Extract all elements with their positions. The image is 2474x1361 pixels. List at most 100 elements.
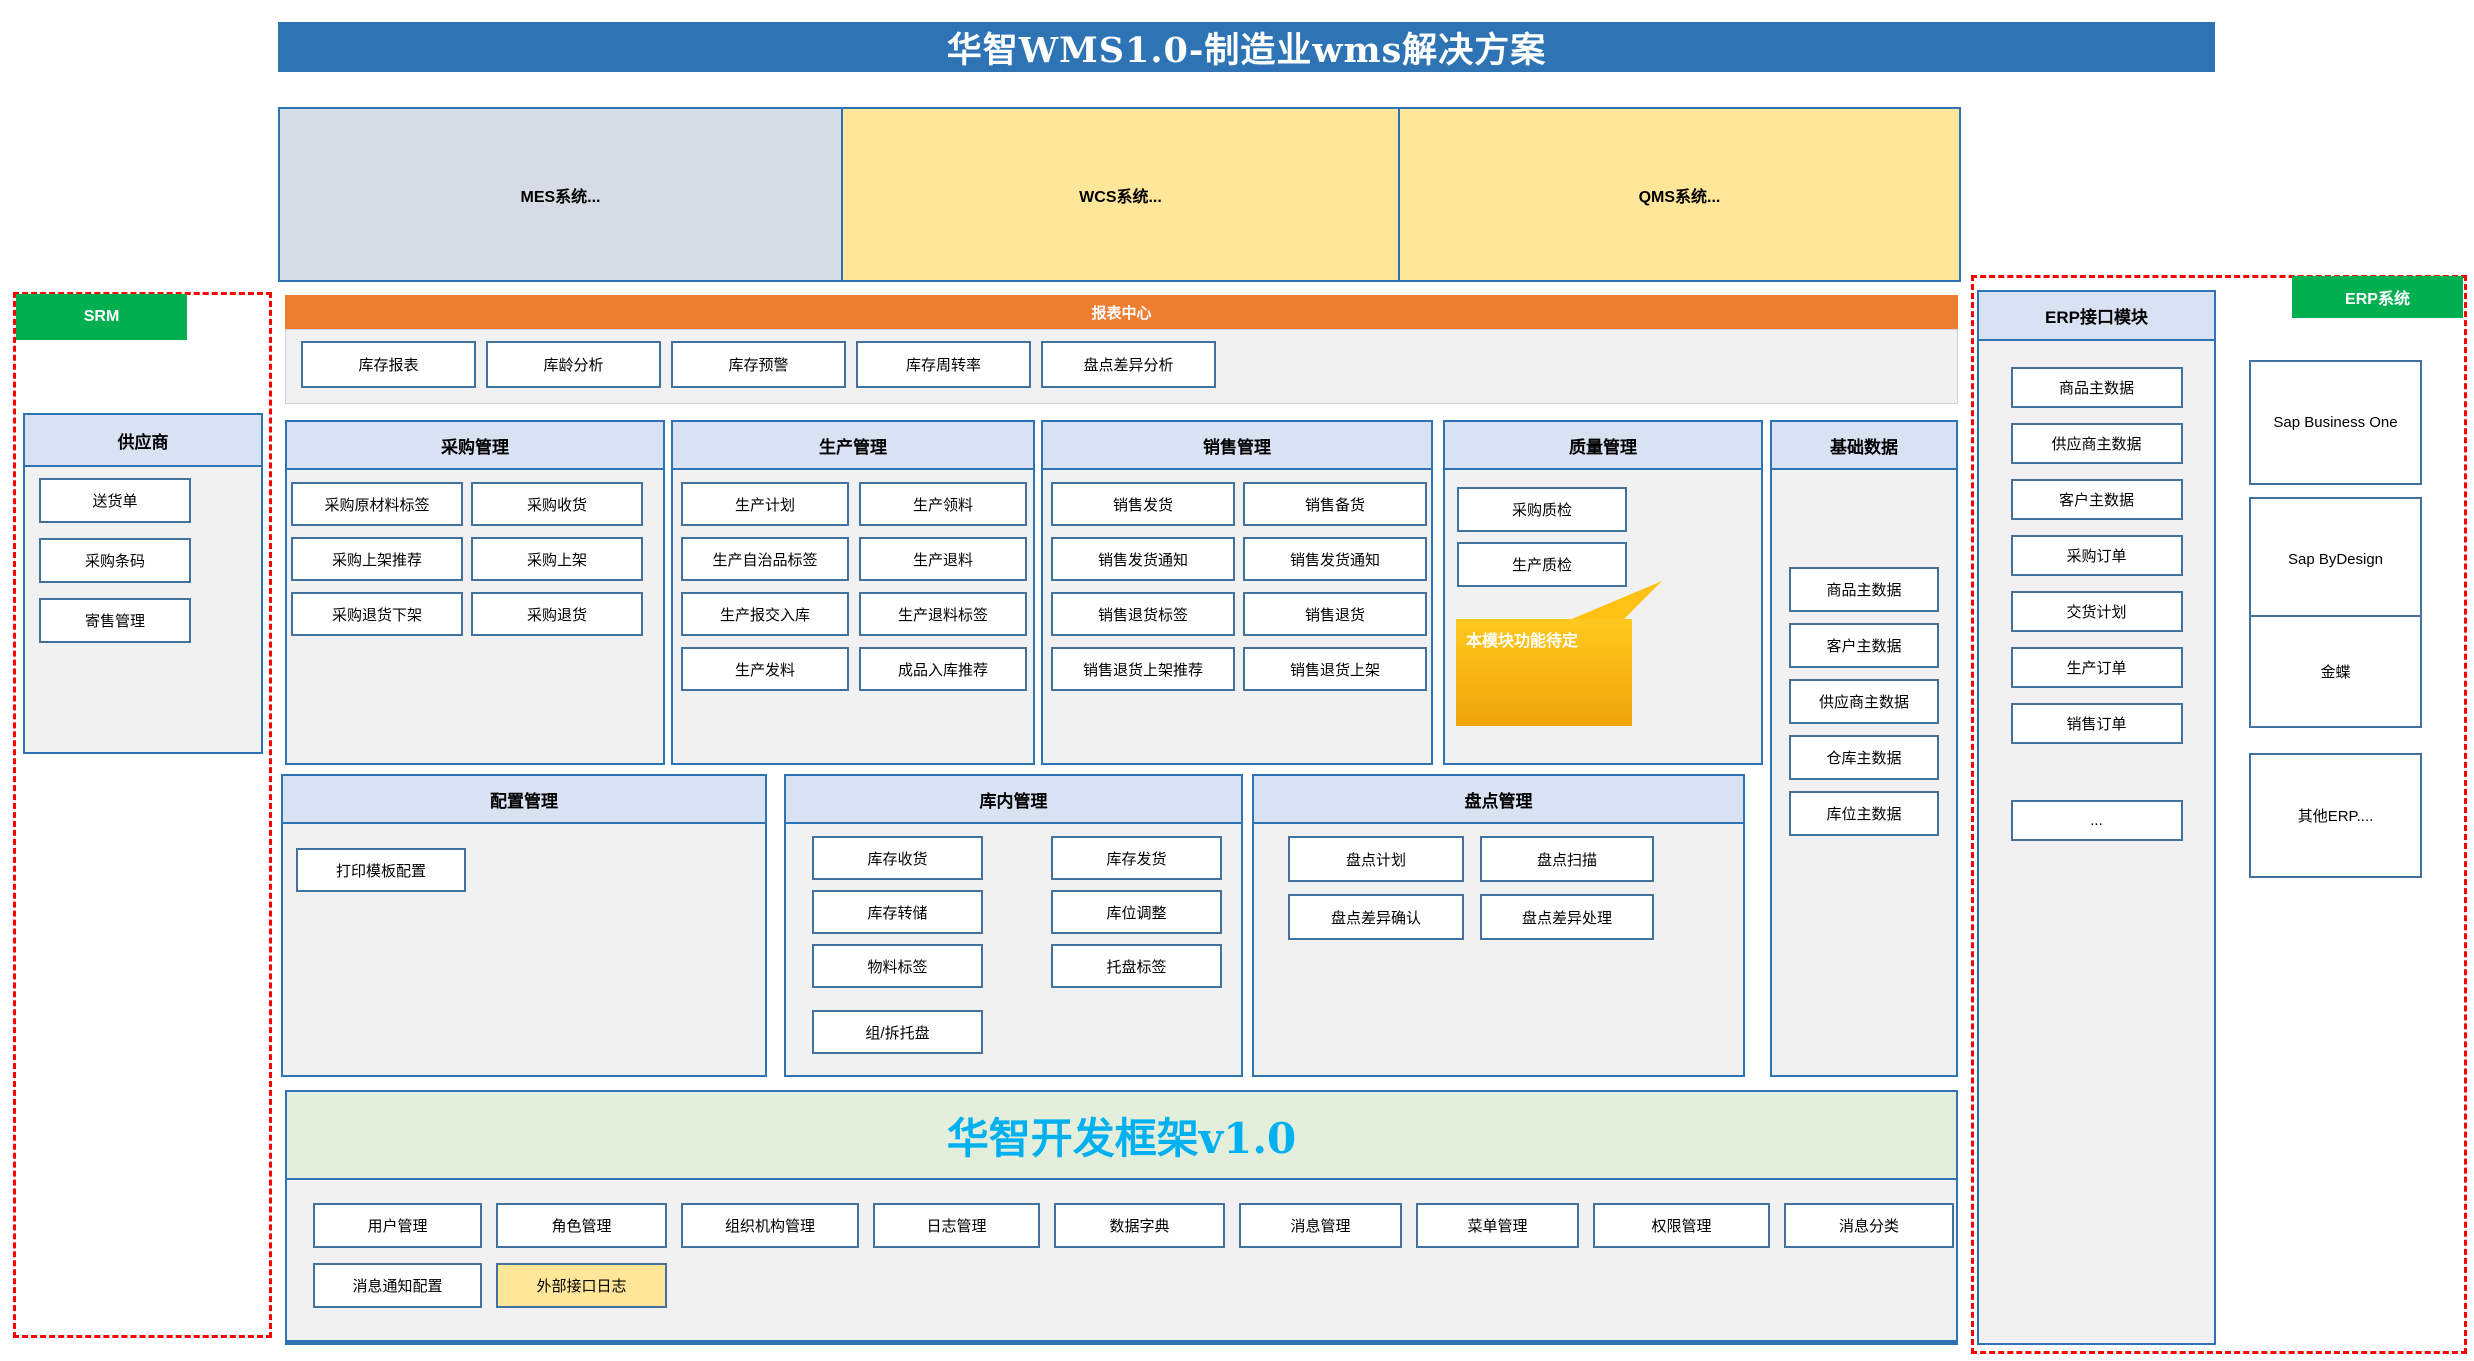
warehouse-item: 托盘标签	[1051, 944, 1222, 988]
erp-interface-item: 供应商主数据	[2011, 423, 2183, 464]
basic-data-item: 库位主数据	[1789, 791, 1939, 836]
wcs-system-box: WCS系统...	[841, 107, 1400, 282]
quality-callout: 本模块功能待定	[1456, 619, 1632, 726]
production-item: 生产计划	[681, 482, 849, 526]
report-item: 盘点差异分析	[1041, 341, 1216, 388]
supplier-panel-title: 供应商	[23, 413, 263, 467]
supplier-item: 送货单	[39, 478, 191, 523]
sales-item: 销售退货标签	[1051, 592, 1235, 636]
purchase-item: 采购收货	[471, 482, 643, 526]
erp-systems-tag: ERP系统	[2292, 276, 2463, 318]
framework-item: 权限管理	[1593, 1203, 1770, 1248]
erp-system-box: 其他ERP....	[2249, 753, 2422, 878]
production-item: 生产报交入库	[681, 592, 849, 636]
framework-item-external-log: 外部接口日志	[496, 1263, 667, 1308]
sales-item: 销售退货上架	[1243, 647, 1427, 691]
erp-interface-item-more: ...	[2011, 800, 2183, 841]
framework-item: 消息管理	[1239, 1203, 1402, 1248]
framework-item: 菜单管理	[1416, 1203, 1579, 1248]
stocktake-item: 盘点扫描	[1480, 836, 1654, 882]
quality-panel-body: 采购质检 生产质检 本模块功能待定	[1443, 470, 1763, 765]
config-panel-body: 打印模板配置	[281, 824, 767, 1077]
quality-item: 生产质检	[1457, 542, 1627, 587]
report-center-body: 库存报表 库龄分析 库存预警 库存周转率 盘点差异分析	[285, 329, 1958, 404]
purchase-item: 采购原材料标签	[291, 482, 463, 526]
production-item: 成品入库推荐	[859, 647, 1027, 691]
sales-item: 销售退货上架推荐	[1051, 647, 1235, 691]
sales-item: 销售备货	[1243, 482, 1427, 526]
erp-interface-item: 商品主数据	[2011, 367, 2183, 408]
framework-item: 消息分类	[1784, 1203, 1954, 1248]
mes-system-box: MES系统...	[278, 107, 843, 282]
framework-body: 用户管理 角色管理 组织机构管理 日志管理 数据字典 消息管理 菜单管理 权限管…	[285, 1180, 1958, 1345]
supplier-panel-body: 送货单 采购条码 寄售管理	[23, 467, 263, 754]
quality-item: 采购质检	[1457, 487, 1627, 532]
basic-data-item: 仓库主数据	[1789, 735, 1939, 780]
erp-interface-item: 采购订单	[2011, 535, 2183, 576]
erp-interface-item: 销售订单	[2011, 703, 2183, 744]
framework-item: 组织机构管理	[681, 1203, 859, 1248]
framework-item: 用户管理	[313, 1203, 482, 1248]
stocktake-panel-body: 盘点计划 盘点扫描 盘点差异确认 盘点差异处理	[1252, 824, 1745, 1077]
config-item: 打印模板配置	[296, 848, 466, 892]
warehouse-panel-body: 库存收货 库存发货 库存转储 库位调整 物料标签 托盘标签 组/拆托盘	[784, 824, 1243, 1077]
report-item: 库存预警	[671, 341, 846, 388]
warehouse-item: 库存转储	[812, 890, 983, 934]
report-item: 库存报表	[301, 341, 476, 388]
framework-title: 华智开发框架v1.0	[285, 1090, 1958, 1180]
erp-interface-body: 商品主数据 供应商主数据 客户主数据 采购订单 交货计划 生产订单 销售订单 .…	[1977, 341, 2216, 1345]
production-item: 生产退料标签	[859, 592, 1027, 636]
warehouse-item: 库位调整	[1051, 890, 1222, 934]
basic-data-panel-title: 基础数据	[1770, 420, 1958, 470]
warehouse-item: 组/拆托盘	[812, 1010, 983, 1054]
sales-panel-body: 销售发货 销售备货 销售发货通知 销售发货通知 销售退货标签 销售退货 销售退货…	[1041, 470, 1433, 765]
framework-item: 日志管理	[873, 1203, 1040, 1248]
basic-data-panel-body: 商品主数据 客户主数据 供应商主数据 仓库主数据 库位主数据	[1770, 470, 1958, 1077]
purchase-panel-body: 采购原材料标签 采购收货 采购上架推荐 采购上架 采购退货下架 采购退货	[285, 470, 665, 765]
production-item: 生产领料	[859, 482, 1027, 526]
purchase-item: 采购上架	[471, 537, 643, 581]
purchase-panel-title: 采购管理	[285, 420, 665, 470]
purchase-item: 采购上架推荐	[291, 537, 463, 581]
sales-panel-title: 销售管理	[1041, 420, 1433, 470]
callout-tail	[1567, 581, 1662, 621]
production-item: 生产退料	[859, 537, 1027, 581]
supplier-item: 寄售管理	[39, 598, 191, 643]
production-item: 生产自治品标签	[681, 537, 849, 581]
erp-system-box: Sap Business One	[2249, 360, 2422, 485]
warehouse-item: 库存收货	[812, 836, 983, 880]
warehouse-item: 库存发货	[1051, 836, 1222, 880]
purchase-item: 采购退货	[471, 592, 643, 636]
quality-panel-title: 质量管理	[1443, 420, 1763, 470]
purchase-item: 采购退货下架	[291, 592, 463, 636]
report-center-title: 报表中心	[285, 295, 1958, 329]
erp-system-box: Sap ByDesign	[2249, 497, 2422, 622]
basic-data-item: 客户主数据	[1789, 623, 1939, 668]
warehouse-panel-title: 库内管理	[784, 774, 1243, 824]
framework-item: 数据字典	[1054, 1203, 1225, 1248]
stocktake-item: 盘点计划	[1288, 836, 1464, 882]
warehouse-item: 物料标签	[812, 944, 983, 988]
config-panel-title: 配置管理	[281, 774, 767, 824]
framework-row-2: 消息通知配置 外部接口日志	[313, 1263, 667, 1308]
erp-interface-item: 客户主数据	[2011, 479, 2183, 520]
production-panel-title: 生产管理	[671, 420, 1035, 470]
srm-tag: SRM	[16, 294, 187, 340]
erp-system-box: 金蝶	[2249, 615, 2422, 728]
sales-item: 销售发货通知	[1243, 537, 1427, 581]
report-item: 库存周转率	[856, 341, 1031, 388]
production-panel-body: 生产计划 生产领料 生产自治品标签 生产退料 生产报交入库 生产退料标签 生产发…	[671, 470, 1035, 765]
production-item: 生产发料	[681, 647, 849, 691]
stocktake-panel-title: 盘点管理	[1252, 774, 1745, 824]
stocktake-item: 盘点差异处理	[1480, 894, 1654, 940]
erp-interface-item: 生产订单	[2011, 647, 2183, 688]
report-item: 库龄分析	[486, 341, 661, 388]
sales-item: 销售退货	[1243, 592, 1427, 636]
qms-system-box: QMS系统...	[1398, 107, 1961, 282]
framework-item: 消息通知配置	[313, 1263, 482, 1308]
basic-data-item: 供应商主数据	[1789, 679, 1939, 724]
framework-row-1: 用户管理 角色管理 组织机构管理 日志管理 数据字典 消息管理 菜单管理 权限管…	[313, 1203, 1954, 1248]
basic-data-item: 商品主数据	[1789, 567, 1939, 612]
erp-interface-item: 交货计划	[2011, 591, 2183, 632]
framework-item: 角色管理	[496, 1203, 667, 1248]
